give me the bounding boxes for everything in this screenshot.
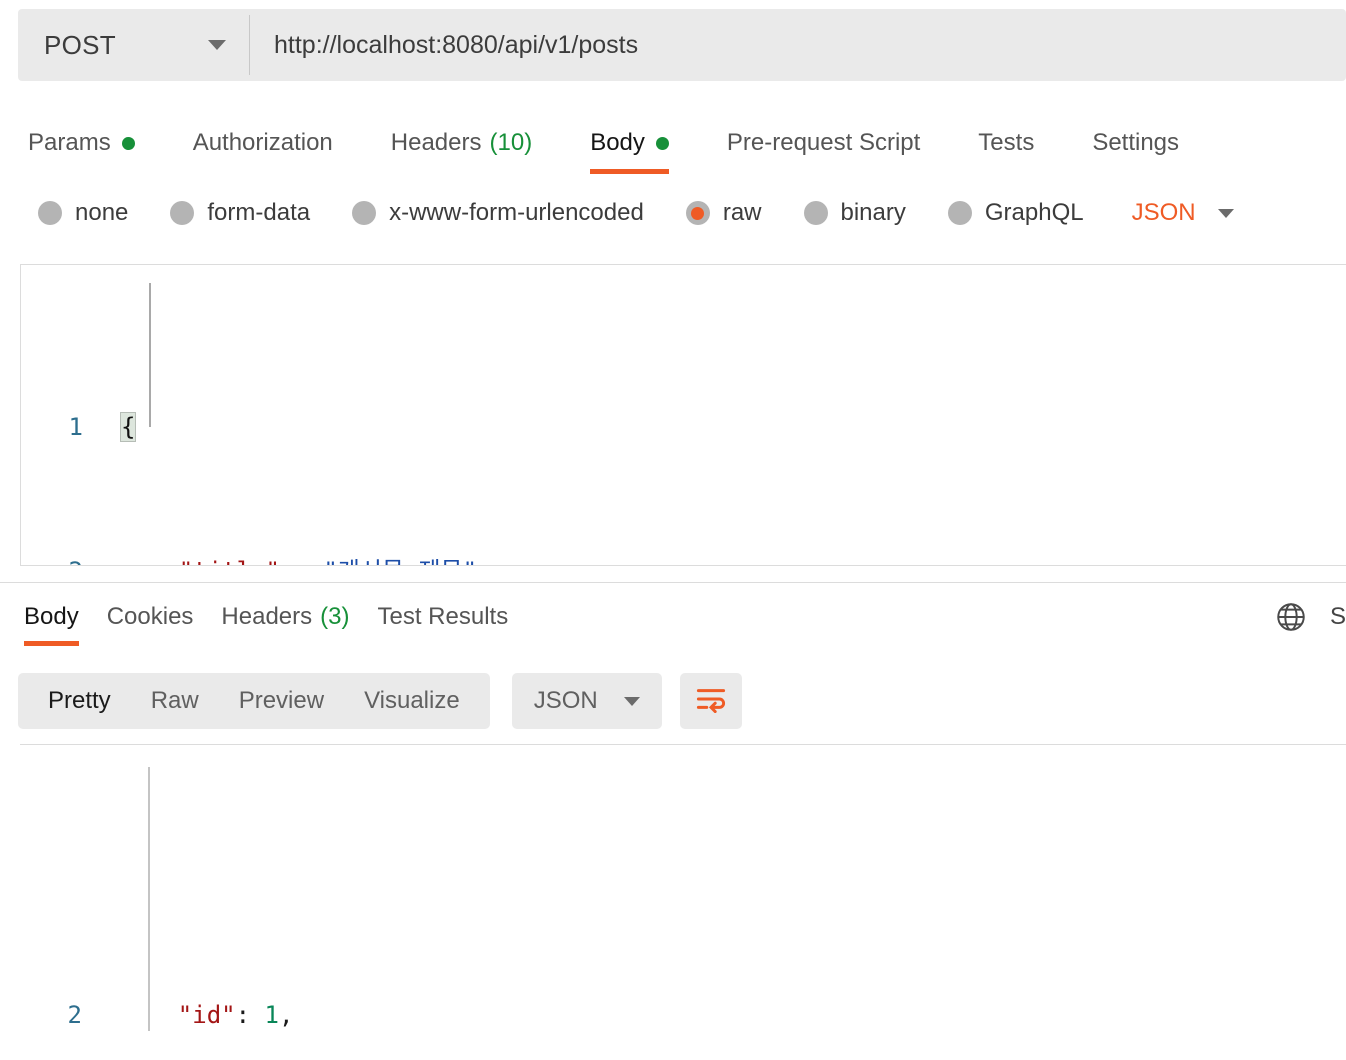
json-comma: ,	[278, 1001, 294, 1029]
response-tab-test-results-label: Test Results	[377, 603, 509, 630]
json-colon: :	[235, 1001, 265, 1029]
http-method-select[interactable]: POST	[18, 9, 250, 81]
body-type-form-data[interactable]: form-data	[170, 199, 310, 227]
body-type-x-www-form-urlencoded[interactable]: x-www-form-urlencoded	[352, 199, 644, 227]
response-headers-count-badge: (3)	[320, 603, 350, 630]
panel-divider	[0, 582, 1346, 583]
response-tab-cookies[interactable]: Cookies	[107, 588, 194, 646]
tab-settings-label: Settings	[1092, 129, 1180, 156]
body-language-select[interactable]: JSON	[1132, 199, 1234, 227]
indent-guide	[149, 283, 151, 427]
body-type-none-label: none	[75, 199, 129, 226]
indent-guide	[148, 767, 150, 1031]
tab-pre-request-script-label: Pre-request Script	[726, 129, 921, 156]
line-content: {	[107, 409, 1346, 445]
tab-body[interactable]: Body	[590, 112, 669, 174]
response-actions: S	[1274, 600, 1346, 634]
code-line: 2 "id": 1,	[20, 997, 1346, 1033]
request-body-code: 1 { 2 "title" : "게시물_제목", 3 "contents" :…	[21, 265, 1346, 565]
tab-settings[interactable]: Settings	[1092, 112, 1179, 174]
body-type-raw-label: raw	[722, 199, 762, 226]
json-comma: ,	[477, 557, 491, 565]
line-number: 1	[68, 413, 83, 441]
response-body-code: 2 "id": 1, 3 "title": "게시물_제목", 4 "conte…	[20, 745, 1346, 1060]
line-number: 2	[67, 1001, 82, 1029]
body-type-binary[interactable]: binary	[803, 199, 906, 227]
tab-tests-label: Tests	[978, 129, 1035, 156]
json-value: "게시물_제목"	[323, 557, 477, 565]
response-tab-bar: Body Cookies Headers (3) Test Results S	[0, 588, 1346, 646]
radio-urlencoded-icon	[352, 201, 377, 225]
body-type-binary-label: binary	[840, 199, 906, 226]
radio-graphql-icon	[947, 201, 972, 225]
tab-authorization-label: Authorization	[192, 129, 333, 156]
chevron-down-icon	[623, 696, 640, 706]
body-type-urlencoded-label: x-www-form-urlencoded	[389, 199, 644, 226]
tab-tests[interactable]: Tests	[978, 112, 1034, 174]
response-tab-cookies-label: Cookies	[106, 603, 194, 630]
body-type-graphql[interactable]: GraphQL	[947, 199, 1084, 227]
code-line: 1 {	[21, 409, 1346, 445]
request-url-input[interactable]: http://localhost:8080/api/v1/posts	[250, 9, 1346, 81]
save-response-button[interactable]: S	[1330, 603, 1346, 631]
params-status-dot-icon	[121, 136, 135, 150]
view-mode-preview[interactable]: Preview	[219, 687, 344, 715]
response-view-mode-group: Pretty Raw Preview Visualize	[18, 673, 490, 729]
body-type-form-data-label: form-data	[207, 199, 311, 226]
tab-params[interactable]: Params	[28, 112, 135, 174]
headers-count-badge: (10)	[489, 129, 533, 156]
radio-binary-icon	[803, 201, 828, 225]
radio-form-data-icon	[170, 201, 195, 225]
response-view-toolbar: Pretty Raw Preview Visualize JSON	[0, 664, 1346, 738]
tab-headers-label: Headers	[390, 129, 482, 156]
json-colon: :	[280, 557, 323, 565]
json-key: "id"	[177, 1001, 236, 1029]
wrap-lines-icon	[694, 685, 728, 718]
json-value: 1	[264, 1001, 279, 1029]
tab-params-label: Params	[28, 129, 111, 156]
body-language-label: JSON	[1131, 199, 1196, 226]
response-tab-headers-label: Headers	[221, 603, 313, 630]
response-format-label: JSON	[533, 687, 598, 714]
globe-icon[interactable]	[1274, 600, 1308, 634]
radio-none-icon	[38, 201, 62, 225]
line-content: "id": 1,	[106, 997, 1346, 1033]
view-mode-visualize[interactable]: Visualize	[344, 687, 480, 715]
code-line: 2 "title" : "게시물_제목",	[21, 553, 1346, 565]
body-type-radio-group: none form-data x-www-form-urlencoded raw…	[0, 182, 1346, 244]
line-content: "title" : "게시물_제목",	[107, 553, 1346, 565]
request-tab-bar: Params Authorization Headers (10) Body P…	[0, 112, 1346, 174]
body-type-raw[interactable]: raw	[685, 199, 762, 227]
view-mode-raw[interactable]: Raw	[131, 687, 219, 715]
response-tab-body-label: Body	[24, 603, 79, 630]
tab-authorization[interactable]: Authorization	[193, 112, 333, 174]
json-key: "title"	[179, 557, 280, 565]
request-body-editor[interactable]: 1 { 2 "title" : "게시물_제목", 3 "contents" :…	[20, 264, 1346, 566]
body-status-dot-icon	[655, 136, 669, 150]
open-brace-token: {	[119, 412, 137, 442]
response-tab-headers[interactable]: Headers (3)	[221, 588, 349, 646]
tab-body-label: Body	[590, 129, 645, 156]
http-method-label: POST	[44, 29, 116, 60]
body-type-none[interactable]: none	[38, 199, 128, 227]
body-type-graphql-label: GraphQL	[984, 199, 1084, 226]
tab-pre-request-script[interactable]: Pre-request Script	[727, 112, 920, 174]
response-format-select[interactable]: JSON	[511, 673, 662, 729]
radio-raw-icon	[685, 201, 710, 225]
response-tab-test-results[interactable]: Test Results	[377, 588, 508, 646]
request-url-bar: POST http://localhost:8080/api/v1/posts	[18, 9, 1346, 81]
tab-headers[interactable]: Headers (10)	[391, 112, 532, 174]
view-mode-pretty[interactable]: Pretty	[28, 687, 131, 715]
response-tab-body[interactable]: Body	[24, 588, 79, 646]
chevron-down-icon	[1217, 208, 1234, 218]
line-number: 2	[21, 553, 107, 565]
response-body-editor[interactable]: 2 "id": 1, 3 "title": "게시물_제목", 4 "conte…	[20, 744, 1346, 1060]
wrap-lines-button[interactable]	[679, 673, 742, 729]
chevron-down-icon	[208, 40, 226, 50]
